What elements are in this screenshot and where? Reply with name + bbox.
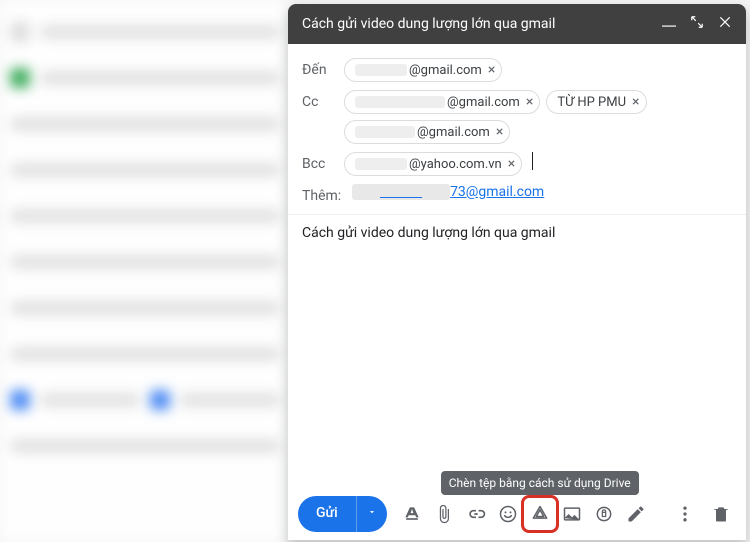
subject-field[interactable]: Cách gửi video dung lượng lớn qua gmail (288, 215, 746, 251)
send-options-dropdown[interactable] (356, 496, 387, 532)
minimize-button[interactable] (662, 15, 676, 33)
background-inbox (0, 0, 290, 542)
to-row[interactable]: Đến @gmail.com× (302, 54, 732, 86)
bcc-label: Bcc (302, 152, 344, 172)
remove-chip-icon[interactable]: × (508, 156, 515, 172)
discard-button[interactable] (706, 499, 736, 529)
send-button[interactable]: Gửi (298, 496, 387, 532)
more-options-button[interactable] (670, 499, 700, 529)
cc-row[interactable]: Cc @gmail.com× TỪ HP PMU× @gmail.com× (302, 86, 732, 148)
cc-label: Cc (302, 90, 344, 110)
pen-button[interactable] (621, 499, 651, 529)
bcc-row[interactable]: Bcc @yahoo.com.vn× (302, 148, 732, 180)
recipient-chip[interactable]: @gmail.com× (344, 90, 540, 114)
recipient-chip[interactable]: @gmail.com× (344, 120, 510, 144)
close-button[interactable] (718, 15, 732, 33)
fullscreen-button[interactable] (690, 15, 704, 33)
confidential-button[interactable] (589, 499, 619, 529)
recipient-chip[interactable]: TỪ HP PMU× (546, 90, 646, 114)
compose-header: Cách gửi video dung lượng lớn qua gmail (288, 4, 746, 44)
attach-button[interactable] (429, 499, 459, 529)
send-button-label[interactable]: Gửi (298, 496, 356, 532)
compose-body[interactable] (288, 251, 746, 488)
remove-chip-icon[interactable]: × (496, 124, 503, 140)
compose-window: Cách gửi video dung lượng lớn qua gmail … (288, 4, 746, 540)
remove-chip-icon[interactable]: × (632, 94, 639, 110)
text-cursor (532, 152, 533, 170)
remove-chip-icon[interactable]: × (488, 62, 495, 78)
compose-title: Cách gửi video dung lượng lớn qua gmail (302, 16, 662, 32)
extra-label: Thêm: (302, 184, 352, 204)
drive-button[interactable]: Chèn tệp bằng cách sử dụng Drive (525, 499, 555, 529)
image-button[interactable] (557, 499, 587, 529)
format-toolbar: Chèn tệp bằng cách sử dụng Drive (397, 499, 651, 529)
compose-footer: Gửi Chèn tệp bằng cách sử dụng Drive (288, 488, 746, 540)
remove-chip-icon[interactable]: × (526, 94, 533, 110)
to-label: Đến (302, 58, 344, 78)
recipient-chip[interactable]: @gmail.com× (344, 58, 502, 82)
extra-recipient-link[interactable]: hidden73@gmail.com (352, 184, 544, 200)
recipients-section: Đến @gmail.com× Cc @gmail.com× TỪ HP PMU… (288, 44, 746, 215)
formatting-button[interactable] (397, 499, 427, 529)
emoji-button[interactable] (493, 499, 523, 529)
recipient-chip[interactable]: @yahoo.com.vn× (344, 152, 522, 176)
link-button[interactable] (461, 499, 491, 529)
extra-row: Thêm: hidden73@gmail.com (302, 180, 732, 208)
